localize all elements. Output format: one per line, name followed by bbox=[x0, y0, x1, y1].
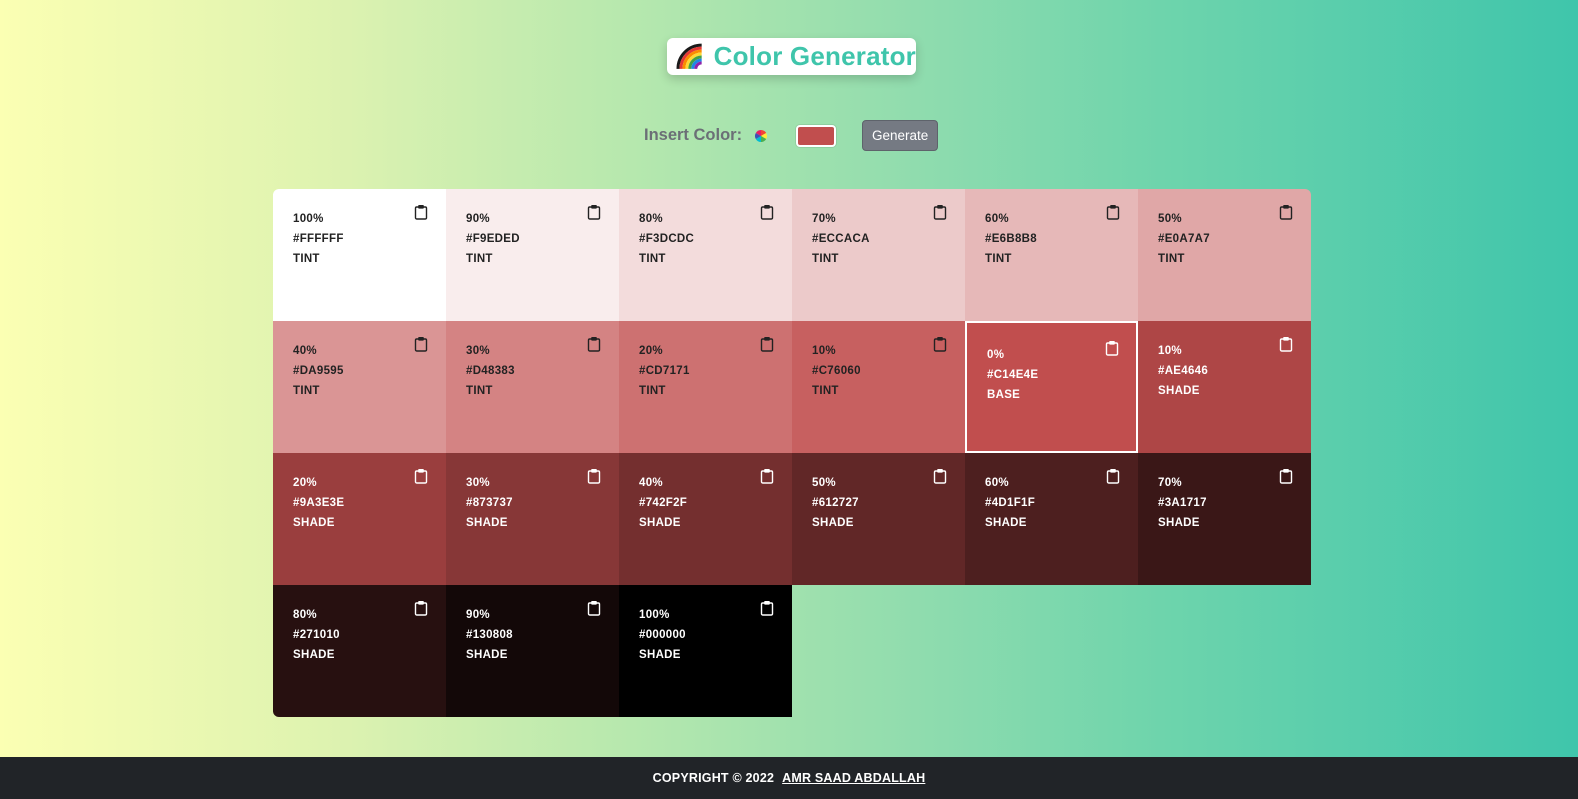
clipboard-icon[interactable] bbox=[933, 336, 947, 352]
clipboard-icon[interactable] bbox=[587, 204, 601, 220]
author-link[interactable]: AMR SAAD ABDALLAH bbox=[782, 771, 925, 785]
color-type: SHADE bbox=[1158, 385, 1200, 397]
clipboard-icon[interactable] bbox=[414, 468, 428, 484]
color-tile[interactable]: 10% #AE4646 SHADE bbox=[1138, 321, 1311, 453]
color-tile[interactable]: 50% #E0A7A7 TINT bbox=[1138, 189, 1311, 321]
color-type: TINT bbox=[466, 253, 493, 265]
color-tile[interactable]: 90% #130808 SHADE bbox=[446, 585, 619, 717]
color-type: SHADE bbox=[1158, 517, 1200, 529]
page-title: Color Generator bbox=[713, 41, 916, 71]
color-type: TINT bbox=[639, 385, 666, 397]
app-title-box: Color Generator bbox=[667, 38, 916, 75]
color-hex: #ECCACA bbox=[812, 233, 870, 245]
color-type: SHADE bbox=[293, 517, 335, 529]
color-tile[interactable]: 70% #3A1717 SHADE bbox=[1138, 453, 1311, 585]
color-tile[interactable]: 80% #271010 SHADE bbox=[273, 585, 446, 717]
color-hex: #C76060 bbox=[812, 365, 861, 377]
clipboard-icon[interactable] bbox=[587, 600, 601, 616]
color-type: TINT bbox=[293, 253, 320, 265]
color-hex: #9A3E3E bbox=[293, 497, 345, 509]
color-type: SHADE bbox=[639, 649, 681, 661]
clipboard-icon[interactable] bbox=[587, 336, 601, 352]
color-tile[interactable]: 60% #4D1F1F SHADE bbox=[965, 453, 1138, 585]
color-type: TINT bbox=[1158, 253, 1185, 265]
color-tile[interactable]: 40% #742F2F SHADE bbox=[619, 453, 792, 585]
footer: COPYRIGHT © 2022 AMR SAAD ABDALLAH bbox=[0, 757, 1578, 799]
clipboard-icon[interactable] bbox=[933, 204, 947, 220]
clipboard-icon[interactable] bbox=[414, 204, 428, 220]
color-type: TINT bbox=[639, 253, 666, 265]
clipboard-icon[interactable] bbox=[1105, 340, 1119, 356]
clipboard-icon[interactable] bbox=[414, 336, 428, 352]
color-hex: #DA9595 bbox=[293, 365, 344, 377]
color-hex: #CD7171 bbox=[639, 365, 690, 377]
rainbow-icon bbox=[676, 43, 702, 69]
color-hex: #F3DCDC bbox=[639, 233, 695, 245]
insert-color-label: Insert Color: bbox=[644, 126, 743, 144]
color-hex: #C14E4E bbox=[987, 369, 1039, 381]
color-tile[interactable]: 30% #D48383 TINT bbox=[446, 321, 619, 453]
color-tile[interactable]: 20% #CD7171 TINT bbox=[619, 321, 792, 453]
color-wheel-icon[interactable] bbox=[754, 129, 768, 143]
color-hex: #873737 bbox=[466, 497, 513, 509]
color-hex: #130808 bbox=[466, 629, 513, 641]
clipboard-icon[interactable] bbox=[760, 336, 774, 352]
color-type: BASE bbox=[987, 389, 1021, 401]
color-type: TINT bbox=[466, 385, 493, 397]
color-hex: #4D1F1F bbox=[985, 497, 1036, 509]
color-hex: #F9EDED bbox=[466, 233, 520, 245]
color-hex: #742F2F bbox=[639, 497, 688, 509]
color-hex: #E0A7A7 bbox=[1158, 233, 1210, 245]
color-hex: #3A1717 bbox=[1158, 497, 1207, 509]
clipboard-icon[interactable] bbox=[760, 468, 774, 484]
color-type: TINT bbox=[985, 253, 1012, 265]
color-hex: #D48383 bbox=[466, 365, 515, 377]
color-tile[interactable]: 50% #612727 SHADE bbox=[792, 453, 965, 585]
color-tile[interactable]: 90% #F9EDED TINT bbox=[446, 189, 619, 321]
color-tile[interactable]: 60% #E6B8B8 TINT bbox=[965, 189, 1138, 321]
clipboard-icon[interactable] bbox=[1106, 204, 1120, 220]
color-type: SHADE bbox=[985, 517, 1027, 529]
clipboard-icon[interactable] bbox=[933, 468, 947, 484]
color-tile[interactable]: 100% #000000 SHADE bbox=[619, 585, 792, 717]
color-tile[interactable]: 30% #873737 SHADE bbox=[446, 453, 619, 585]
color-type: SHADE bbox=[466, 649, 508, 661]
color-hex: #271010 bbox=[293, 629, 340, 641]
color-palette-grid: 100% #FFFFFF TINT 90% #F9EDED TINT 80% #F3DCDC T… bbox=[273, 189, 1311, 717]
color-controls: Insert Color: Generate bbox=[644, 120, 939, 151]
color-type: TINT bbox=[812, 385, 839, 397]
copyright-text: COPYRIGHT © 2022 bbox=[652, 771, 775, 785]
clipboard-icon[interactable] bbox=[587, 468, 601, 484]
color-type: SHADE bbox=[639, 517, 681, 529]
clipboard-icon[interactable] bbox=[760, 600, 774, 616]
color-tile[interactable]: 100% #FFFFFF TINT bbox=[273, 189, 446, 321]
color-hex: #AE4646 bbox=[1158, 365, 1209, 377]
color-hex: #E6B8B8 bbox=[985, 233, 1037, 245]
color-type: SHADE bbox=[466, 517, 508, 529]
clipboard-icon[interactable] bbox=[760, 204, 774, 220]
color-hex: #FFFFFF bbox=[293, 233, 344, 245]
color-input-swatch[interactable] bbox=[796, 124, 837, 147]
generate-button[interactable]: Generate bbox=[862, 120, 939, 151]
color-tile[interactable]: 80% #F3DCDC TINT bbox=[619, 189, 792, 321]
clipboard-icon[interactable] bbox=[1279, 468, 1293, 484]
color-type: TINT bbox=[812, 253, 839, 265]
clipboard-icon[interactable] bbox=[1279, 336, 1293, 352]
color-type: TINT bbox=[293, 385, 320, 397]
clipboard-icon[interactable] bbox=[1106, 468, 1120, 484]
clipboard-icon[interactable] bbox=[414, 600, 428, 616]
color-tile[interactable]: 10% #C76060 TINT bbox=[792, 321, 965, 453]
clipboard-icon[interactable] bbox=[1279, 204, 1293, 220]
color-type: SHADE bbox=[812, 517, 854, 529]
color-hex: #000000 bbox=[639, 629, 686, 641]
color-type: SHADE bbox=[293, 649, 335, 661]
color-tile[interactable]: 40% #DA9595 TINT bbox=[273, 321, 446, 453]
color-hex: #612727 bbox=[812, 497, 859, 509]
color-tile[interactable]: 0% #C14E4E BASE bbox=[965, 321, 1138, 453]
color-tile[interactable]: 20% #9A3E3E SHADE bbox=[273, 453, 446, 585]
color-tile[interactable]: 70% #ECCACA TINT bbox=[792, 189, 965, 321]
